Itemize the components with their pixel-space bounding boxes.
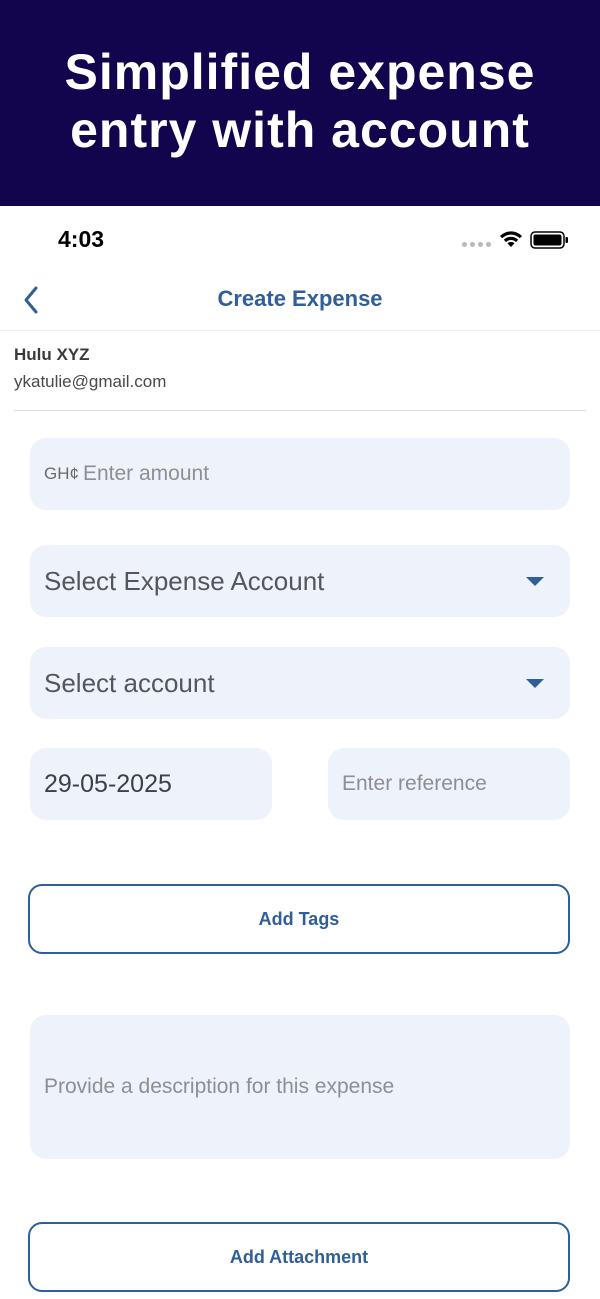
- reference-input[interactable]: Enter reference: [328, 748, 570, 820]
- expense-account-select[interactable]: Select Expense Account: [30, 545, 570, 617]
- description-placeholder: Provide a description for this expense: [44, 1075, 395, 1098]
- date-value: 29-05-2025: [44, 769, 172, 798]
- wifi-icon: [500, 231, 522, 247]
- account-placeholder: Select account: [44, 667, 215, 698]
- date-field[interactable]: 29-05-2025: [30, 748, 272, 820]
- signal-icon: [462, 242, 491, 247]
- battery-icon: [530, 231, 568, 249]
- user-info: Hulu XYZ ykatulie@gmail.com: [14, 344, 586, 411]
- user-name: Hulu XYZ: [14, 345, 90, 364]
- add-attachment-button[interactable]: Add Attachment: [28, 1222, 570, 1292]
- add-attachment-label: Add Attachment: [229, 1246, 369, 1267]
- add-tags-button[interactable]: Add Tags: [28, 884, 570, 954]
- amount-placeholder: Enter amount: [82, 462, 210, 485]
- amount-input[interactable]: GH¢ Enter amount: [30, 438, 570, 510]
- page-title: Create Expense: [217, 286, 383, 311]
- expense-account-placeholder: Select Expense Account: [44, 565, 325, 596]
- caret-down-icon: [526, 576, 544, 586]
- nav-bar: Create Expense: [0, 270, 600, 331]
- account-select[interactable]: Select account: [30, 647, 570, 719]
- user-email: ykatulie@gmail.com: [14, 372, 167, 391]
- reference-placeholder: Enter reference: [342, 772, 487, 795]
- currency-label: GH¢: [44, 464, 79, 483]
- banner-title: Simplified expense entry with account: [64, 44, 536, 158]
- app-screen: 4:03 Create Expense Hulu XYZ ykatulie@gm…: [0, 206, 600, 1299]
- add-tags-label: Add Tags: [258, 908, 340, 929]
- description-input[interactable]: Provide a description for this expense: [30, 1015, 570, 1159]
- status-time: 4:03: [58, 226, 105, 252]
- promo-banner: Simplified expense entry with account: [0, 0, 600, 206]
- caret-down-icon: [526, 678, 544, 688]
- status-icons: [460, 228, 570, 250]
